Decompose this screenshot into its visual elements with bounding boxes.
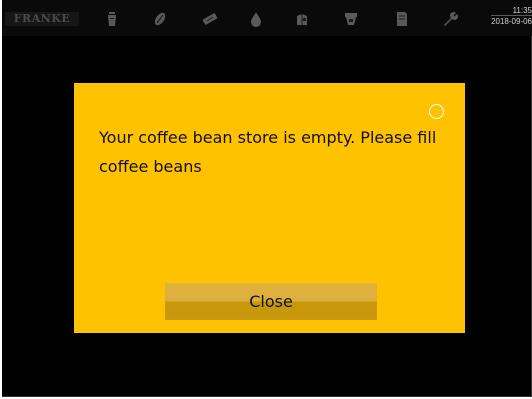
- clock-date: 2018-09-06: [491, 15, 532, 26]
- machine-screen: FRANKE 11:35 2018-09-06 Your coffee bean…: [2, 0, 532, 397]
- wrench-icon[interactable]: [442, 11, 458, 27]
- water-drop-icon[interactable]: [248, 11, 264, 27]
- status-clock: 11:35 2018-09-06: [491, 6, 532, 26]
- dialog-message: Your coffee bean store is empty. Please …: [99, 128, 437, 176]
- status-circle-icon: [429, 104, 444, 119]
- document-icon[interactable]: [394, 11, 410, 27]
- empty-bean-store-dialog: Your coffee bean store is empty. Please …: [74, 83, 465, 333]
- beverage-icon[interactable]: [104, 11, 120, 27]
- brand-logo: FRANKE: [5, 12, 79, 26]
- clock-time: 11:35: [512, 6, 532, 15]
- milk-icon[interactable]: [294, 11, 310, 27]
- close-button[interactable]: Close: [165, 283, 377, 320]
- coffee-bean-icon[interactable]: [152, 11, 168, 27]
- cleaning-tablet-icon[interactable]: [202, 11, 218, 27]
- status-bar: FRANKE 11:35 2018-09-06: [2, 0, 532, 36]
- grinder-icon[interactable]: [343, 11, 359, 27]
